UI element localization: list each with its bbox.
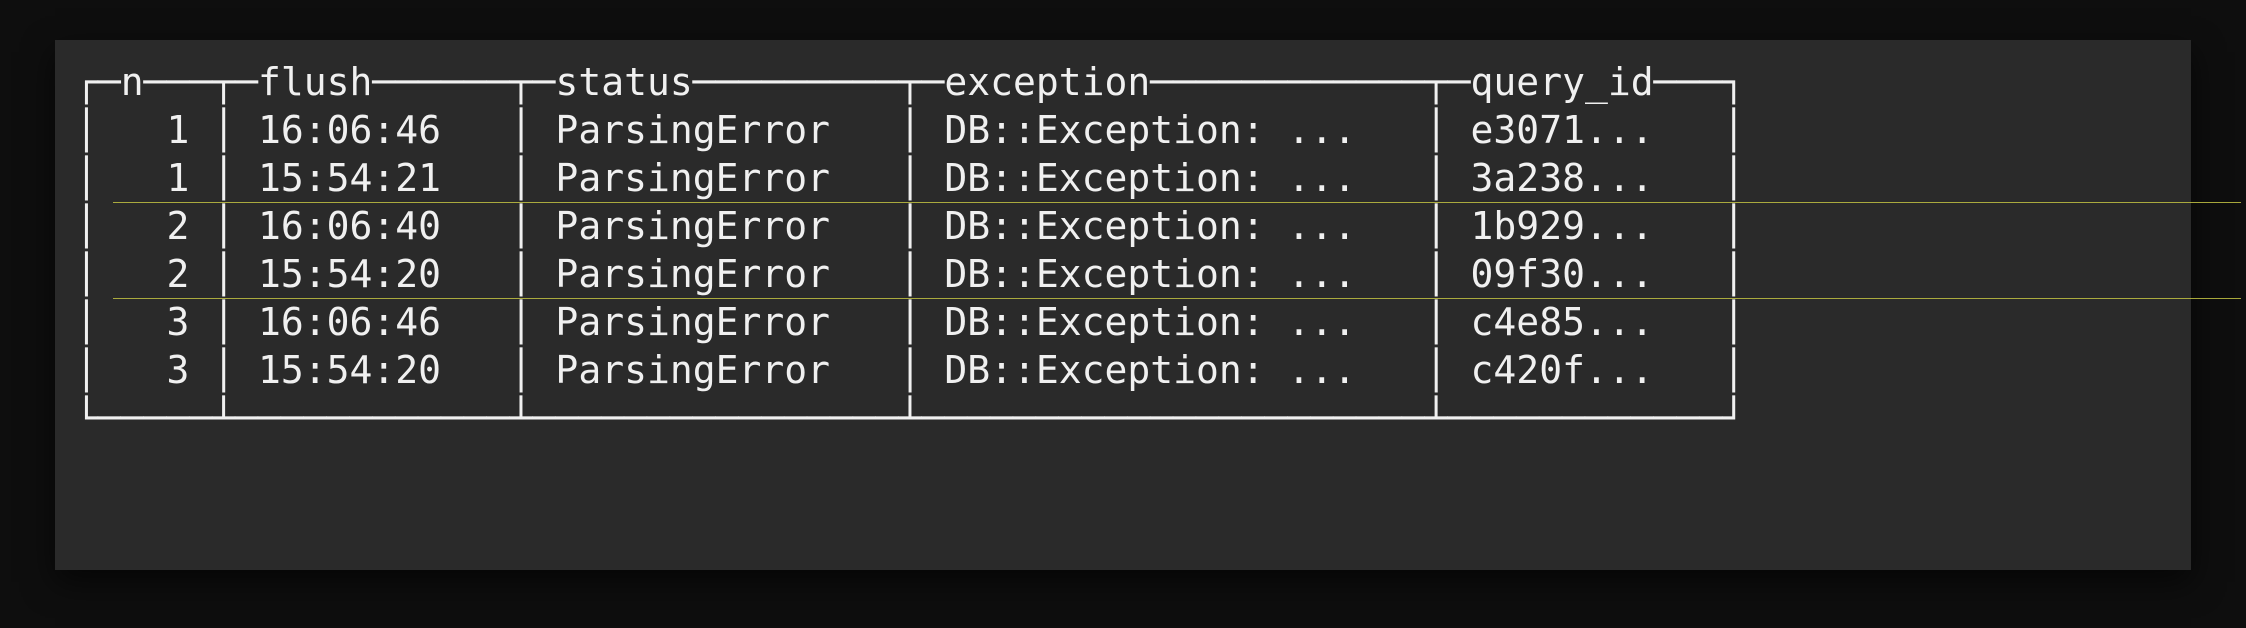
group-separator <box>113 202 2241 203</box>
group-separator <box>113 298 2241 299</box>
query-result-table: ┌─n───┬─flush──────┬─status─────────┬─ex… <box>55 40 2191 460</box>
terminal-panel: ┌─n───┬─flush──────┬─status─────────┬─ex… <box>55 40 2191 570</box>
